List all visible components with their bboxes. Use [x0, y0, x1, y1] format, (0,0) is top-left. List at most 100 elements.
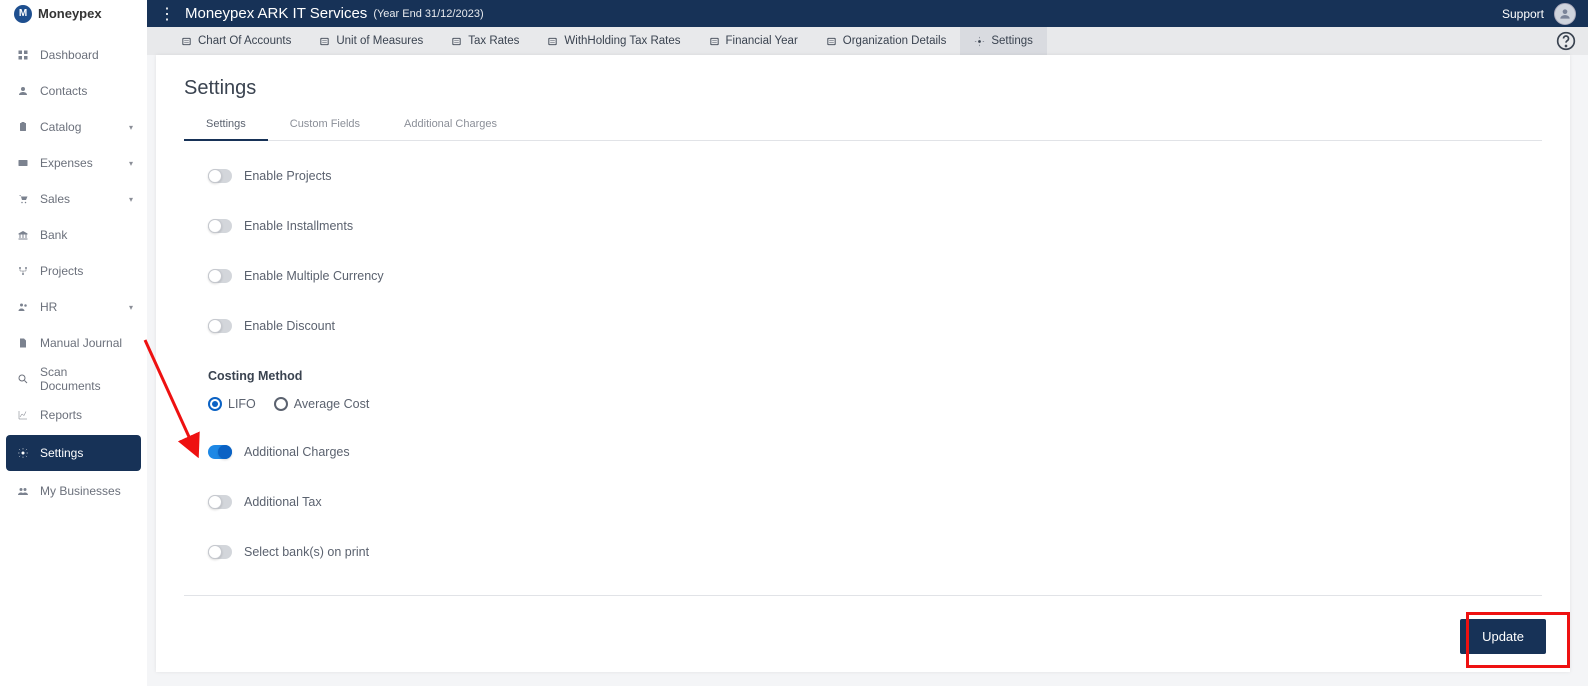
year-end: (Year End 31/12/2023) [373, 8, 483, 20]
sidebar-item-manual-journal[interactable]: Manual Journal [0, 325, 147, 361]
chevron-down-icon: ▾ [129, 195, 133, 204]
toolbar: Chart Of Accounts Unit of Measures Tax Rat… [147, 27, 1588, 55]
list-icon [181, 36, 192, 47]
sub-tab-additional-charges[interactable]: Additional Charges [382, 112, 519, 140]
toggle-row-enable-multiple-currency: Enable Multiple Currency [208, 269, 1542, 283]
sidebar-item-settings[interactable]: Settings [6, 435, 141, 471]
toggle-row-enable-projects: Enable Projects [208, 169, 1542, 183]
brand-name: Moneypex [38, 6, 102, 21]
sub-tabs: SettingsCustom FieldsAdditional Charges [184, 112, 1542, 141]
toolbar-item-settings[interactable]: Settings [960, 27, 1047, 55]
toggle-label: Additional Charges [244, 445, 350, 459]
radio-label: LIFO [228, 397, 256, 411]
sidebar-item-bank[interactable]: Bank [0, 217, 147, 253]
sidebar-item-label: Projects [40, 264, 83, 278]
sub-tab-settings[interactable]: Settings [184, 112, 268, 140]
main-panel: Settings SettingsCustom FieldsAdditional… [156, 55, 1570, 672]
sidebar-item-dashboard[interactable]: Dashboard [0, 37, 147, 73]
sidebar-item-label: Dashboard [40, 48, 99, 62]
toggle-label: Enable Discount [244, 319, 335, 333]
cart-icon [16, 193, 30, 205]
sidebar-item-label: Scan Documents [40, 365, 131, 393]
toolbar-item-organization-details[interactable]: Organization Details [812, 27, 961, 55]
toolbar-item-label: Chart Of Accounts [198, 35, 291, 47]
update-button[interactable]: Update [1460, 619, 1546, 654]
file-icon [16, 337, 30, 349]
sidebar-item-contacts[interactable]: Contacts [0, 73, 147, 109]
chevron-down-icon: ▾ [129, 303, 133, 312]
sidebar-item-label: Contacts [40, 84, 87, 98]
toolbar-item-label: Tax Rates [468, 35, 519, 47]
sidebar-item-scan-documents[interactable]: Scan Documents [0, 361, 147, 397]
sidebar-item-label: Settings [40, 446, 83, 460]
menu-kebab-icon[interactable]: ⋮ [159, 4, 171, 24]
sidebar-item-catalog[interactable]: Catalog ▾ [0, 109, 147, 145]
toolbar-item-label: Settings [991, 35, 1033, 47]
divider [184, 595, 1542, 596]
calendar-icon [709, 36, 720, 47]
withhold-icon [547, 36, 558, 47]
sidebar-item-label: Manual Journal [40, 336, 122, 350]
sub-tab-custom-fields[interactable]: Custom Fields [268, 112, 382, 140]
people-icon [16, 301, 30, 313]
costing-method-radios: LIFO Average Cost [208, 397, 1542, 411]
toggle-switch[interactable] [208, 219, 232, 233]
toggle-row-enable-discount: Enable Discount [208, 319, 1542, 333]
toggle-switch[interactable] [208, 495, 232, 509]
sidebar-item-hr[interactable]: HR ▾ [0, 289, 147, 325]
chevron-down-icon: ▾ [129, 159, 133, 168]
person-icon [1558, 7, 1572, 21]
sidebar-item-label: Catalog [40, 120, 81, 134]
toolbar-item-financial-year[interactable]: Financial Year [695, 27, 812, 55]
sidebar-item-reports[interactable]: Reports [0, 397, 147, 433]
user-avatar[interactable] [1554, 3, 1576, 25]
toggle-label: Enable Installments [244, 219, 353, 233]
sidebar: DashboardContactsCatalog▾Expenses▾Sales▾… [0, 27, 147, 686]
toggle-row-additional-tax: Additional Tax [208, 495, 1542, 509]
toggle-switch[interactable] [208, 169, 232, 183]
org-icon [826, 36, 837, 47]
radio-lifo[interactable]: LIFO [208, 397, 256, 411]
clipboard-icon [16, 121, 30, 133]
brand-logo: M Moneypex [0, 0, 147, 27]
toggle-switch[interactable] [208, 269, 232, 283]
toolbar-item-chart-of-accounts[interactable]: Chart Of Accounts [167, 27, 305, 55]
page-title: Settings [184, 77, 1542, 100]
measure-icon [319, 36, 330, 47]
gear-icon [16, 447, 30, 459]
toggle-label: Enable Projects [244, 169, 332, 183]
sidebar-item-expenses[interactable]: Expenses ▾ [0, 145, 147, 181]
toggle-switch[interactable] [208, 445, 232, 459]
sidebar-item-sales[interactable]: Sales▾ [0, 181, 147, 217]
toolbar-item-withholding-tax-rates[interactable]: WithHolding Tax Rates [533, 27, 694, 55]
toggle-row-enable-installments: Enable Installments [208, 219, 1542, 233]
user-icon [16, 85, 30, 97]
grid-icon [16, 49, 30, 61]
company-title: Moneypex ARK IT Services [185, 5, 367, 22]
toggle-switch[interactable] [208, 319, 232, 333]
toolbar-item-label: Organization Details [843, 35, 947, 47]
toolbar-item-label: Unit of Measures [336, 35, 423, 47]
chevron-down-icon: ▾ [129, 123, 133, 132]
toggle-switch[interactable] [208, 545, 232, 559]
toggle-row-additional-charges: Additional Charges [208, 445, 1542, 459]
settings-form: Enable Projects Enable Installments Enable… [184, 141, 1542, 559]
costing-method-label: Costing Method [208, 369, 1542, 383]
sidebar-item-label: Reports [40, 408, 82, 422]
sidebar-item-label: My Businesses [40, 484, 121, 498]
toggle-label: Enable Multiple Currency [244, 269, 384, 283]
help-icon[interactable] [1552, 27, 1580, 55]
card-icon [16, 157, 30, 169]
toolbar-item-unit-of-measures[interactable]: Unit of Measures [305, 27, 437, 55]
gear-icon [974, 36, 985, 47]
sidebar-item-projects[interactable]: Projects [0, 253, 147, 289]
sidebar-item-my-businesses[interactable]: My Businesses [0, 473, 147, 509]
sidebar-item-label: Expenses [40, 156, 93, 170]
radio-average-cost[interactable]: Average Cost [274, 397, 370, 411]
support-link[interactable]: Support [1502, 7, 1544, 21]
sidebar-item-label: HR [40, 300, 57, 314]
search-icon [16, 373, 30, 385]
toolbar-item-tax-rates[interactable]: Tax Rates [437, 27, 533, 55]
toggle-label: Additional Tax [244, 495, 322, 509]
radio-label: Average Cost [294, 397, 370, 411]
